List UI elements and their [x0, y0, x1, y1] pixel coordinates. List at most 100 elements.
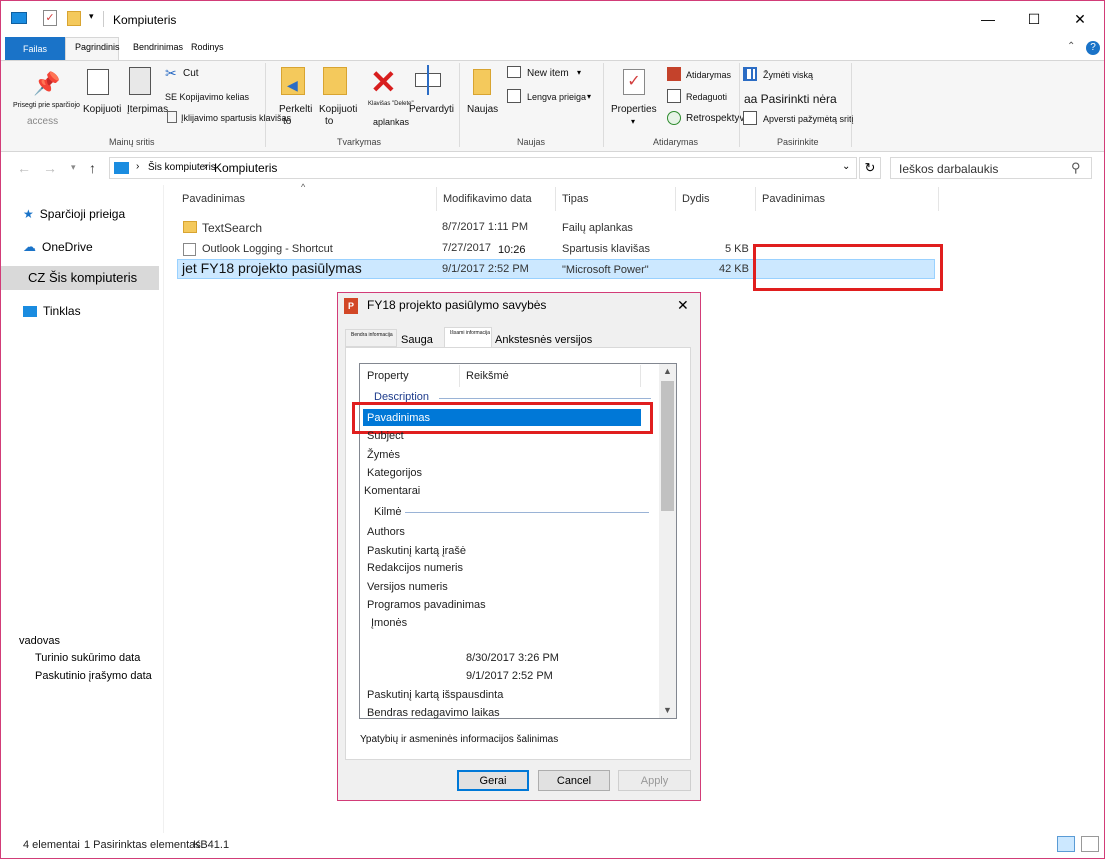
- separator: [459, 63, 460, 147]
- col-name[interactable]: Pavadinimas: [182, 193, 245, 205]
- properties-qat-icon[interactable]: ✓: [43, 10, 57, 26]
- title-bar: ✓ ▾ Kompiuteris — ☐ ✕: [1, 1, 1104, 37]
- scroll-down-icon[interactable]: ▼: [663, 705, 672, 715]
- separator: [851, 63, 852, 147]
- section-line: [405, 512, 649, 513]
- property-name: Paskutinį kartą įrašė: [367, 545, 467, 557]
- search-box[interactable]: Ieškos darbalaukis ⚲: [890, 157, 1092, 179]
- ok-button[interactable]: Gerai: [457, 770, 529, 791]
- pin-label-2[interactable]: access: [27, 116, 58, 127]
- new-item-button[interactable]: New item: [527, 68, 569, 79]
- paste-shortcut-button[interactable]: Įklijavimo spartusis klavišas: [181, 113, 291, 123]
- tab-view[interactable]: Rodinys: [191, 42, 224, 52]
- remove-properties-link[interactable]: Ypatybių ir asmeninės informacijos šalin…: [360, 734, 558, 745]
- new-folder-icon: [473, 69, 491, 95]
- dialog-close-button[interactable]: ✕: [677, 297, 689, 314]
- col-type[interactable]: Tipas: [562, 193, 589, 205]
- copy-to-button-2[interactable]: to: [325, 116, 333, 127]
- nav-this-pc[interactable]: CZ Šis kompiuteris: [28, 270, 137, 285]
- table-row[interactable]: [177, 218, 935, 238]
- search-icon[interactable]: ⚲: [1071, 160, 1081, 176]
- tab-home[interactable]: Pagrindinis: [75, 42, 120, 52]
- ribbon-collapse-icon[interactable]: ⌃: [1067, 41, 1075, 52]
- chevron-right-icon: ›: [136, 161, 140, 172]
- select-none-button[interactable]: aa Pasirinkti nėra: [744, 92, 837, 106]
- col-property[interactable]: Property: [367, 370, 409, 382]
- address-bar[interactable]: › Šis kompiuteris › Kompiuteris ⌄: [109, 157, 857, 179]
- invert-selection-icon: [743, 111, 757, 125]
- col-date[interactable]: Modifikavimo data: [443, 193, 532, 205]
- col-extra-name[interactable]: Pavadinimas: [762, 193, 825, 205]
- forward-icon[interactable]: →: [43, 160, 57, 176]
- property-name: Authors: [367, 526, 405, 538]
- details-view-icon[interactable]: [1057, 836, 1075, 852]
- edit-button[interactable]: Redaguoti: [686, 92, 727, 102]
- large-icons-view-icon[interactable]: [1081, 836, 1099, 852]
- move-to-button[interactable]: Perkelti: [279, 104, 312, 115]
- copy-icon: [87, 69, 109, 95]
- col-size[interactable]: Dydis: [682, 193, 710, 205]
- breadcrumb-current[interactable]: Kompiuteris: [214, 161, 277, 175]
- back-icon[interactable]: ←: [17, 160, 31, 176]
- tab-file[interactable]: Failas: [5, 37, 65, 60]
- maximize-button[interactable]: ☐: [1011, 1, 1057, 37]
- properties-dropdown-icon[interactable]: ▾: [631, 117, 635, 126]
- search-input[interactable]: Ieškos darbalaukis: [899, 162, 998, 176]
- qat-dropdown-icon[interactable]: ▾: [89, 11, 94, 22]
- paste-button[interactable]: Įterpimas: [127, 104, 168, 115]
- cancel-button[interactable]: Cancel: [538, 770, 610, 791]
- dialog-title: FY18 projekto pasiūlymo savybės: [367, 298, 547, 312]
- cloud-icon: ☁: [23, 239, 36, 254]
- apply-button[interactable]: Apply: [618, 770, 691, 791]
- sort-arrow-icon: ^: [301, 182, 306, 192]
- copy-path-button[interactable]: SE Kopijavimo kelias: [165, 92, 249, 102]
- tab-share[interactable]: Bendrinimas: [133, 42, 183, 52]
- minimize-button[interactable]: —: [965, 1, 1011, 37]
- nav-quick-access[interactable]: ★ Sparčioji prieiga: [23, 207, 125, 221]
- delete-icon: ✕: [370, 64, 397, 100]
- delete-button[interactable]: Klavišas "Delete": [368, 101, 414, 107]
- col-value[interactable]: Reikšmė: [466, 370, 509, 382]
- new-item-dropdown-icon[interactable]: ▾: [577, 68, 581, 77]
- tab-previous-versions[interactable]: Ankstesnės versijos: [495, 334, 592, 346]
- scroll-thumb[interactable]: [661, 381, 674, 511]
- new-folder-button[interactable]: Naujas: [467, 104, 498, 115]
- easy-access-button[interactable]: Lengva prieiga: [527, 92, 586, 102]
- separator: [603, 63, 604, 147]
- organize-group-label: Tvarkymas: [337, 137, 382, 147]
- window-title: Kompiuteris: [113, 13, 177, 27]
- edit-icon: [667, 89, 681, 103]
- properties-button[interactable]: Properties: [611, 104, 657, 115]
- move-to-button-2[interactable]: to: [283, 116, 291, 127]
- delete-button-2[interactable]: aplankas: [373, 117, 409, 127]
- invert-selection-button[interactable]: Apversti pažymėtą sritį: [763, 114, 854, 124]
- address-dropdown-icon[interactable]: ⌄: [842, 161, 850, 172]
- separator: [265, 63, 266, 147]
- select-group-label: Pasirinkite: [777, 137, 819, 147]
- close-button[interactable]: ✕: [1057, 1, 1103, 37]
- help-icon[interactable]: ?: [1086, 41, 1100, 55]
- nav-network[interactable]: Tinklas: [23, 304, 81, 318]
- open-button[interactable]: Atidarymas: [686, 70, 731, 80]
- tab-security[interactable]: Sauga: [401, 334, 433, 346]
- copy-button[interactable]: Kopijuoti: [83, 104, 121, 115]
- nav-onedrive[interactable]: ☁ OneDrive: [23, 239, 93, 255]
- pin-label[interactable]: Prisegti prie sparčiojo: [13, 102, 80, 109]
- move-arrow-icon: ◀: [287, 77, 298, 93]
- scissors-icon: ✂: [165, 65, 177, 81]
- file-size: 42 KB: [719, 263, 749, 275]
- rename-button[interactable]: Pervardyti: [409, 104, 454, 115]
- separator: [739, 63, 740, 147]
- cut-button[interactable]: Cut: [183, 68, 199, 79]
- recent-dropdown-icon[interactable]: ▾: [71, 162, 76, 173]
- easy-access-dropdown-icon[interactable]: ▾: [587, 92, 591, 101]
- select-all-button[interactable]: Žymėti viską: [763, 70, 813, 80]
- history-button[interactable]: Retrospektyva: [686, 113, 750, 124]
- scroll-up-icon[interactable]: ▲: [663, 366, 672, 376]
- copy-to-button[interactable]: Kopijuoti: [319, 104, 357, 115]
- new-folder-qat-icon[interactable]: [67, 11, 81, 26]
- computer-icon: [114, 162, 129, 174]
- up-icon[interactable]: ↑: [89, 160, 96, 176]
- date-saved-value: 9/1/2017 2:52 PM: [466, 670, 553, 682]
- refresh-button[interactable]: ↻: [859, 157, 881, 179]
